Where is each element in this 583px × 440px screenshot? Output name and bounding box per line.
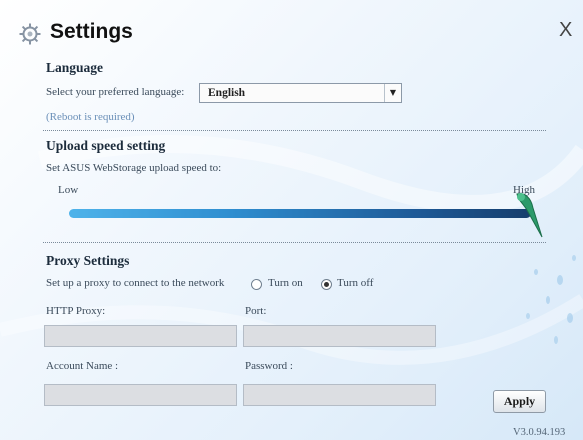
close-icon[interactable]: X bbox=[559, 19, 572, 42]
language-heading: Language bbox=[46, 60, 104, 75]
upload-speed-slider[interactable] bbox=[69, 209, 531, 218]
password-field[interactable] bbox=[243, 384, 436, 406]
proxy-turn-on-label[interactable]: Turn on bbox=[268, 277, 303, 289]
port-label: Port: bbox=[245, 305, 267, 317]
http-proxy-label: HTTP Proxy: bbox=[46, 305, 106, 317]
reboot-note: (Reboot is required) bbox=[46, 111, 135, 123]
page-title: Settings bbox=[50, 20, 133, 43]
divider bbox=[43, 130, 546, 131]
upload-heading: Upload speed setting bbox=[46, 138, 166, 153]
chevron-down-icon[interactable]: ▼ bbox=[384, 84, 401, 102]
radio-selected-dot bbox=[324, 282, 329, 287]
upload-prompt: Set ASUS WebStorage upload speed to: bbox=[46, 162, 222, 174]
proxy-heading: Proxy Settings bbox=[46, 253, 130, 268]
proxy-turn-off-label[interactable]: Turn off bbox=[337, 277, 373, 289]
port-field[interactable] bbox=[243, 325, 436, 347]
version-label: V3.0.94.193 bbox=[513, 427, 566, 438]
proxy-turn-off-radio[interactable] bbox=[321, 279, 332, 290]
password-label: Password : bbox=[245, 360, 293, 372]
proxy-turn-on-radio[interactable] bbox=[251, 279, 262, 290]
account-name-label: Account Name : bbox=[46, 360, 119, 372]
gear-icon bbox=[18, 22, 42, 46]
language-prompt: Select your preferred language: bbox=[46, 86, 185, 98]
proxy-prompt: Set up a proxy to connect to the network bbox=[46, 277, 225, 289]
language-select-value: English bbox=[208, 87, 246, 99]
slider-handle-icon[interactable] bbox=[513, 188, 547, 240]
settings-window: Settings X Language Select your preferre… bbox=[0, 0, 583, 440]
apply-button[interactable]: Apply bbox=[493, 390, 546, 413]
http-proxy-field[interactable] bbox=[44, 325, 237, 347]
account-name-field[interactable] bbox=[44, 384, 237, 406]
divider bbox=[43, 242, 546, 243]
language-select[interactable]: English ▼ bbox=[199, 83, 402, 103]
slider-low-label: Low bbox=[58, 184, 79, 196]
